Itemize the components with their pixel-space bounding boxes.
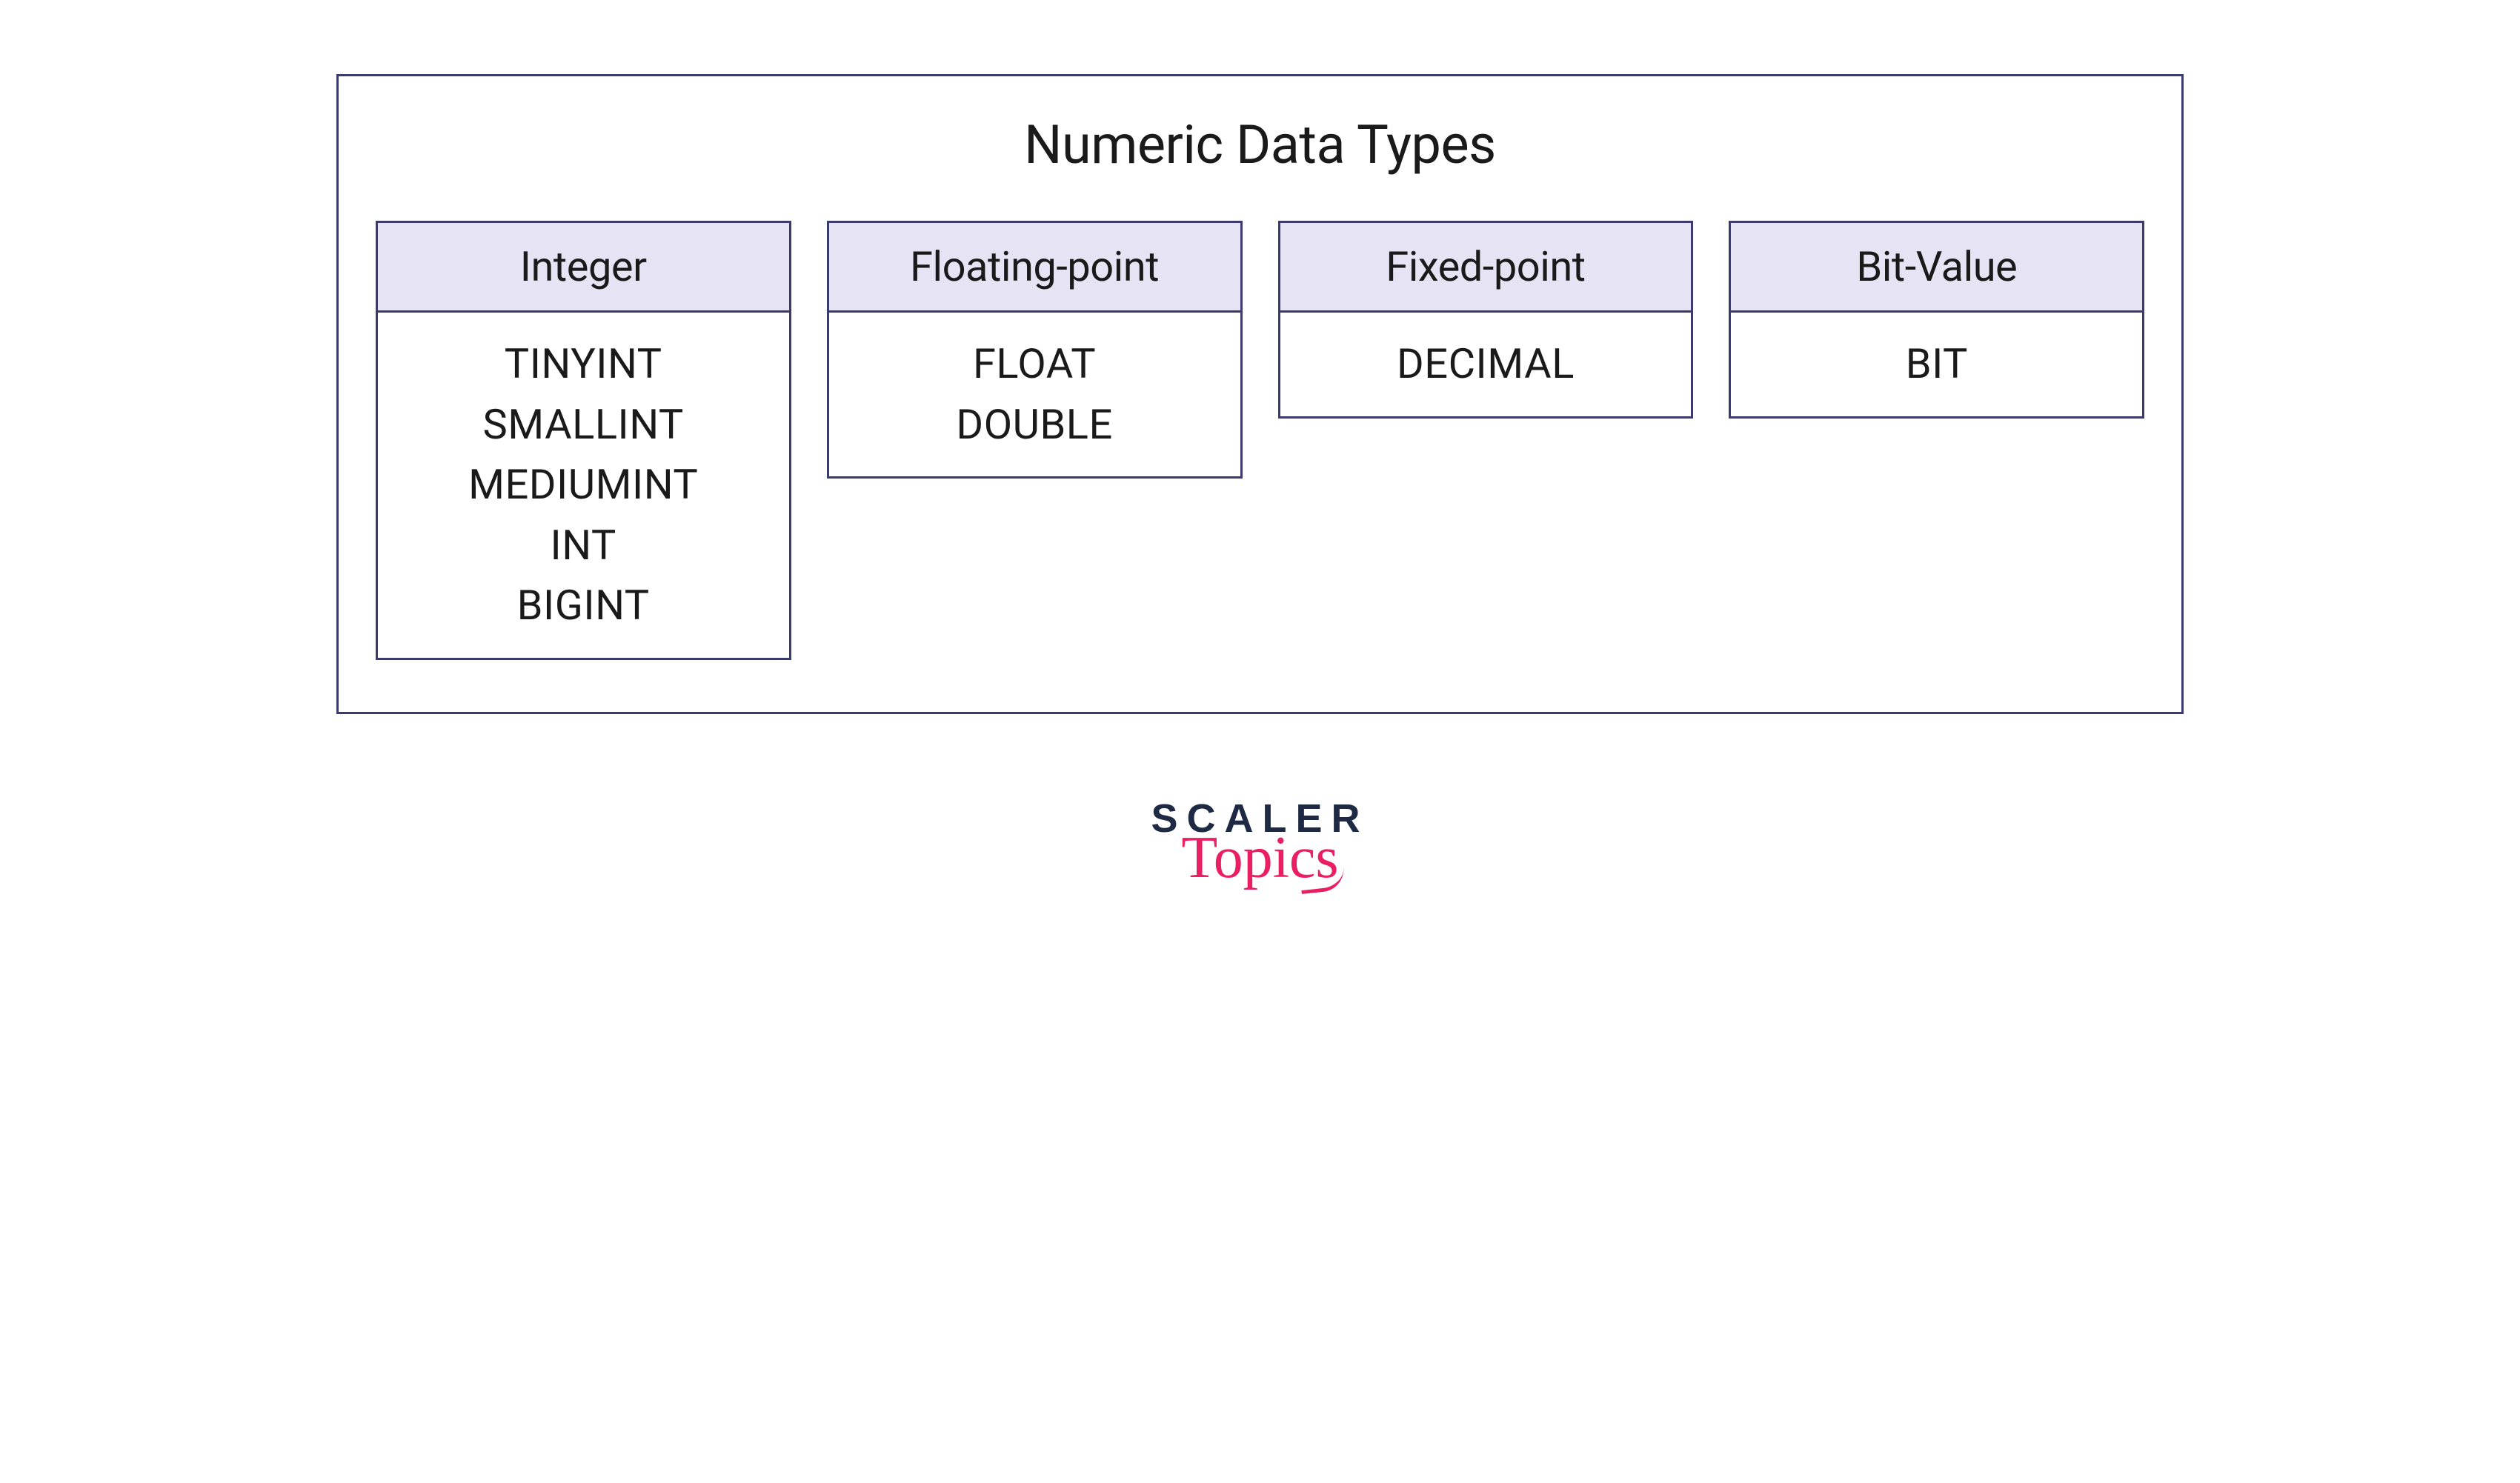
type-item: SMALLINT [483, 397, 684, 453]
category-header: Integer [378, 223, 789, 313]
type-item: FLOAT [973, 336, 1096, 393]
category-header: Floating-point [829, 223, 1240, 313]
category-body: TINYINT SMALLINT MEDIUMINT INT BIGINT [378, 313, 789, 658]
type-item: BIGINT [517, 578, 650, 634]
category-body: FLOAT DOUBLE [829, 313, 1240, 476]
type-item: MEDIUMINT [468, 457, 698, 513]
category-header: Bit-Value [1731, 223, 2142, 313]
diagram-frame: Numeric Data Types Integer TINYINT SMALL… [336, 74, 2184, 714]
category-header: Fixed-point [1280, 223, 1692, 313]
category-body: BIT [1731, 313, 2142, 416]
category-body: DECIMAL [1280, 313, 1692, 416]
category-floating-point: Floating-point FLOAT DOUBLE [827, 221, 1243, 479]
brand-logo: SCALER Topics [1151, 796, 1369, 887]
diagram-title: Numeric Data Types [1024, 113, 1496, 176]
category-bit-value: Bit-Value BIT [1729, 221, 2144, 419]
type-item: DECIMAL [1397, 336, 1575, 393]
type-item: BIT [1906, 336, 1968, 393]
categories-row: Integer TINYINT SMALLINT MEDIUMINT INT B… [376, 221, 2145, 660]
type-item: INT [551, 518, 616, 574]
category-integer: Integer TINYINT SMALLINT MEDIUMINT INT B… [376, 221, 791, 660]
category-fixed-point: Fixed-point DECIMAL [1278, 221, 1694, 419]
type-item: DOUBLE [956, 397, 1112, 453]
logo-line-2: Topics [1181, 828, 1338, 887]
type-item: TINYINT [505, 336, 662, 393]
